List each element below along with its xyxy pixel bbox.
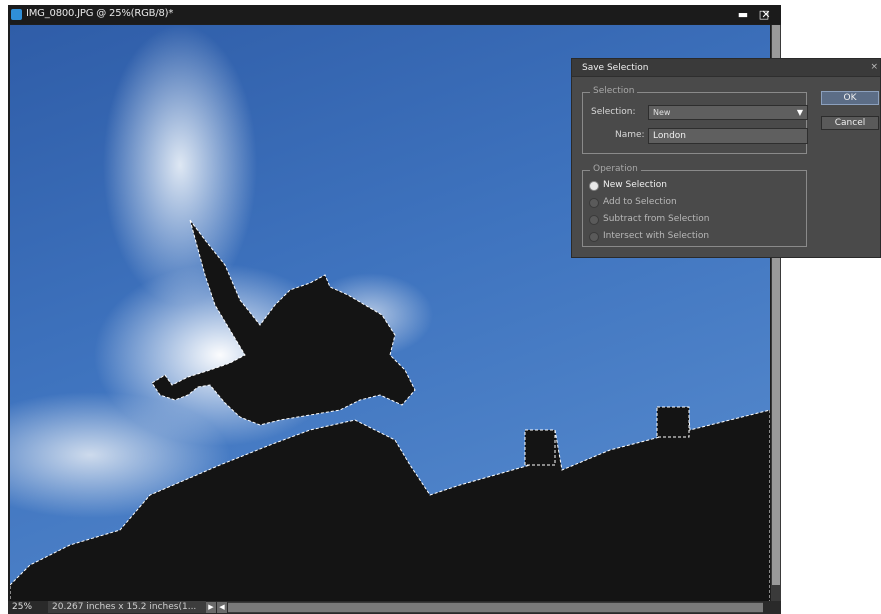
status-bar: 25% 20.267 inches x 15.2 inches(1... ▶ ◀ — [8, 601, 781, 614]
selection-group: Selection Selection: New ▼ Name: London — [582, 86, 808, 154]
radio-dot-icon — [589, 198, 599, 208]
radio-new-selection[interactable]: New Selection — [589, 179, 667, 193]
radio-dot-icon — [589, 181, 599, 191]
chevron-down-icon: ▼ — [796, 108, 803, 117]
dialog-title: Save Selection — [582, 63, 649, 73]
radio-label: Intersect with Selection — [603, 231, 710, 241]
selection-group-label: Selection — [590, 86, 638, 96]
dialog-title-bar[interactable]: Save Selection × — [572, 59, 880, 77]
building-silhouette — [10, 406, 770, 602]
cancel-button[interactable]: Cancel — [821, 116, 879, 130]
radio-subtract-from-selection[interactable]: Subtract from Selection — [589, 213, 710, 227]
close-window-button[interactable]: ✕ — [755, 5, 777, 24]
scroll-left-arrow[interactable]: ◀ — [217, 602, 227, 613]
chimney-right — [656, 406, 690, 438]
radio-add-to-selection[interactable]: Add to Selection — [589, 196, 677, 210]
radio-label: Subtract from Selection — [603, 214, 710, 224]
name-field[interactable]: London — [648, 128, 808, 144]
selection-dropdown-value: New — [653, 108, 671, 117]
radio-dot-icon — [589, 232, 599, 242]
ok-button[interactable]: OK — [821, 91, 879, 105]
minimize-button[interactable]: ▬ — [732, 5, 754, 24]
selection-dropdown[interactable]: New ▼ — [648, 105, 808, 120]
horizontal-scrollbar[interactable] — [228, 602, 763, 613]
operation-group-label: Operation — [590, 164, 641, 174]
radio-label: New Selection — [603, 180, 667, 190]
status-menu-arrow[interactable]: ▶ — [206, 602, 216, 613]
radio-dot-icon — [589, 215, 599, 225]
dialog-close-icon[interactable]: × — [870, 62, 878, 72]
radio-label: Add to Selection — [603, 197, 677, 207]
griffin-silhouette — [151, 219, 416, 426]
radio-intersect-with-selection[interactable]: Intersect with Selection — [589, 230, 709, 244]
document-size-info: 20.267 inches x 15.2 inches(1... — [48, 601, 206, 613]
save-selection-dialog: Save Selection × Selection Selection: Ne… — [571, 58, 881, 258]
chimney-left — [524, 429, 556, 466]
selection-label: Selection: — [591, 107, 636, 117]
operation-group: Operation New Selection Add to Selection… — [582, 164, 807, 247]
photoshop-elements-icon — [11, 9, 22, 20]
name-label: Name: — [615, 130, 645, 140]
document-title: IMG_0800.JPG @ 25%(RGB/8)* — [26, 8, 174, 19]
horizontal-scroll-thumb[interactable] — [228, 603, 763, 612]
zoom-level[interactable]: 25% — [12, 602, 32, 612]
document-title-bar[interactable]: IMG_0800.JPG @ 25%(RGB/8)* ▬ □ — [8, 5, 781, 24]
